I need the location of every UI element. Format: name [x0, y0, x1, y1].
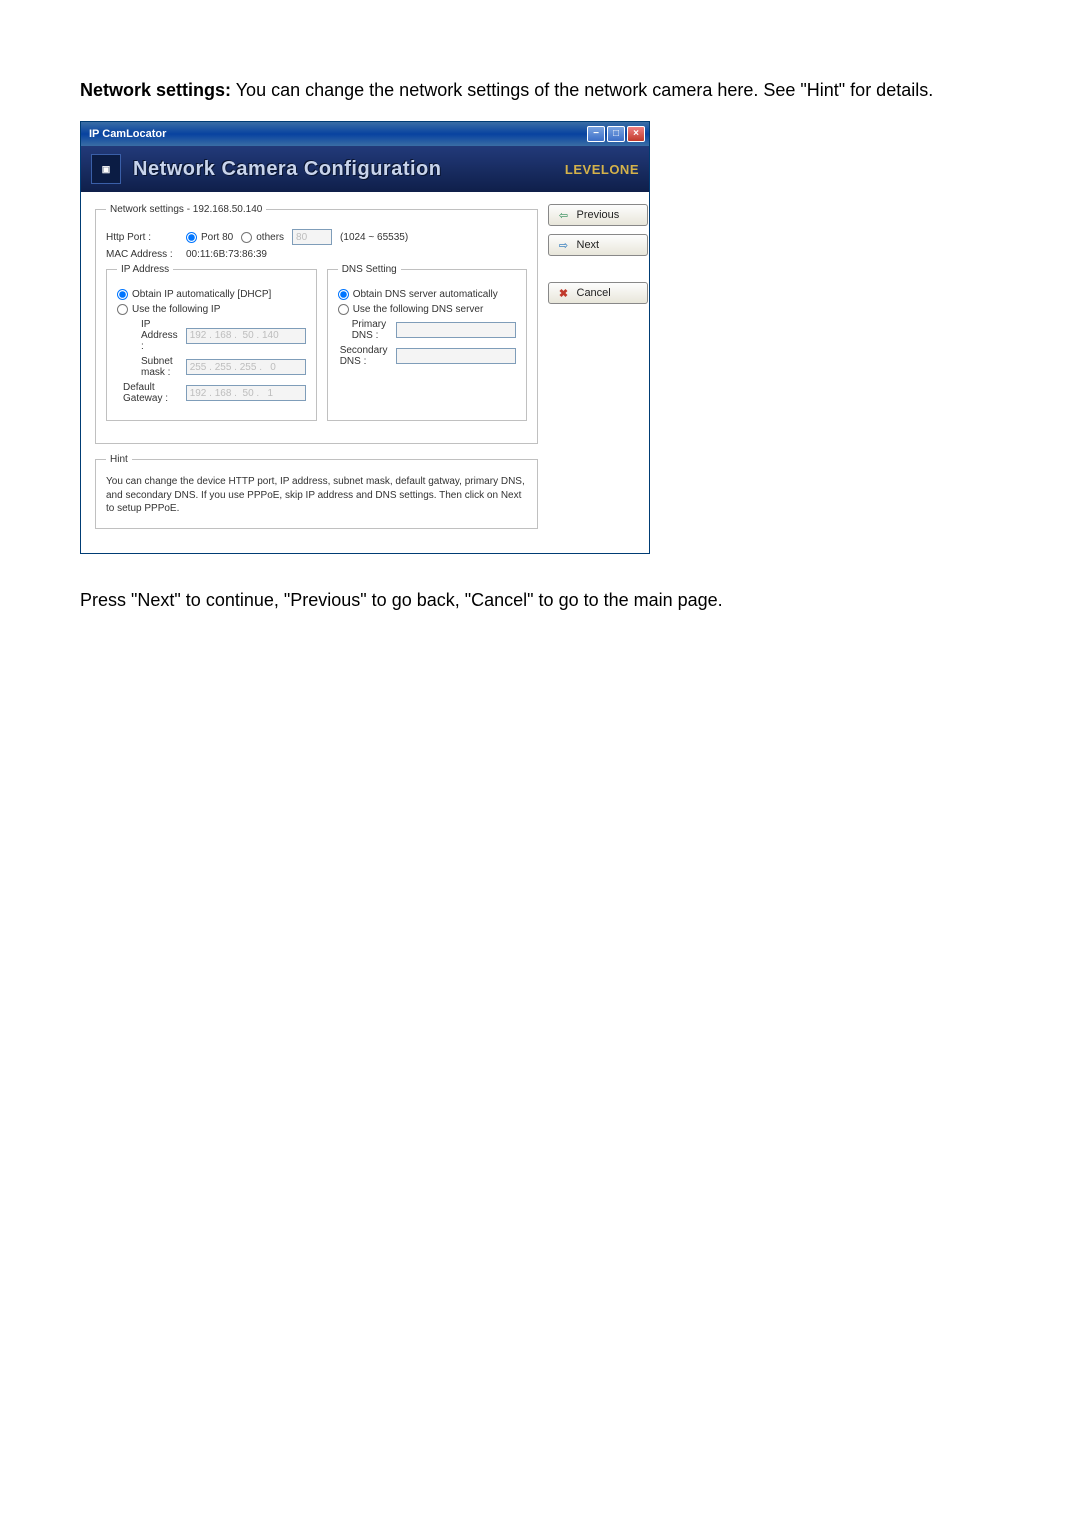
others-radio[interactable] — [241, 232, 252, 243]
right-column: ⇦ Previous ⇨ Next ✖ Cancel — [548, 204, 648, 539]
client-area: Network settings - 192.168.50.140 Http P… — [81, 192, 649, 553]
static-ip-row: Use the following IP — [117, 304, 306, 315]
maximize-button[interactable]: □ — [607, 126, 625, 142]
cancel-button[interactable]: ✖ Cancel — [548, 282, 648, 304]
dns-auto-radio-wrap[interactable]: Obtain DNS server automatically — [338, 289, 498, 300]
subnet-row: Subnet mask : — [117, 356, 306, 378]
port80-label: Port 80 — [201, 232, 233, 243]
intro-bold: Network settings: — [80, 80, 231, 100]
app-window: IP CamLocator − □ × ▣ Network Camera Con… — [80, 121, 650, 554]
static-ip-radio-wrap[interactable]: Use the following IP — [117, 304, 220, 315]
titlebar: IP CamLocator − □ × — [81, 122, 649, 146]
others-port-input[interactable] — [292, 229, 332, 245]
dns-legend: DNS Setting — [338, 264, 401, 275]
hint-fieldset: Hint You can change the device HTTP port… — [95, 454, 538, 529]
dhcp-radio[interactable] — [117, 289, 128, 300]
banner: ▣ Network Camera Configuration LEVELONE — [81, 146, 649, 192]
primary-dns-input[interactable] — [396, 322, 516, 338]
cancel-button-label: Cancel — [577, 287, 611, 299]
dns-auto-radio[interactable] — [338, 289, 349, 300]
previous-button[interactable]: ⇦ Previous — [548, 204, 648, 226]
subnet-input[interactable] — [186, 359, 306, 375]
network-settings-fieldset: Network settings - 192.168.50.140 Http P… — [95, 204, 538, 444]
next-button[interactable]: ⇨ Next — [548, 234, 648, 256]
dns-static-label: Use the following DNS server — [353, 304, 484, 315]
dns-auto-label: Obtain DNS server automatically — [353, 289, 498, 300]
primary-dns-row: Primary DNS : — [338, 319, 516, 341]
http-port-label: Http Port : — [106, 232, 178, 243]
arrow-right-icon: ⇨ — [557, 239, 571, 252]
mac-label: MAC Address : — [106, 249, 178, 260]
outro-paragraph: Press "Next" to continue, "Previous" to … — [80, 590, 1000, 611]
ip-legend: IP Address — [117, 264, 173, 275]
dns-static-radio[interactable] — [338, 304, 349, 315]
dns-static-radio-wrap[interactable]: Use the following DNS server — [338, 304, 484, 315]
secondary-dns-row: Secondary DNS : — [338, 345, 516, 367]
previous-button-label: Previous — [577, 209, 620, 221]
ip-address-input[interactable] — [186, 328, 306, 344]
close-button[interactable]: × — [627, 126, 645, 142]
left-column: Network settings - 192.168.50.140 Http P… — [95, 204, 538, 539]
ip-address-label: IP Address : — [141, 319, 178, 352]
gateway-label: Default Gateway : — [123, 382, 178, 404]
mac-row: MAC Address : 00:11:6B:73:86:39 — [106, 249, 527, 260]
ip-address-row: IP Address : — [117, 319, 306, 352]
secondary-dns-label: Secondary DNS : — [340, 345, 388, 367]
others-radio-wrap[interactable]: others — [241, 232, 284, 243]
arrow-left-icon: ⇦ — [557, 209, 571, 222]
window-title: IP CamLocator — [85, 128, 587, 140]
hint-text: You can change the device HTTP port, IP … — [106, 475, 527, 516]
cancel-icon: ✖ — [557, 287, 571, 300]
dhcp-label: Obtain IP automatically [DHCP] — [132, 289, 271, 300]
subnet-label: Subnet mask : — [141, 356, 178, 378]
static-ip-radio[interactable] — [117, 304, 128, 315]
gateway-row: Default Gateway : — [117, 382, 306, 404]
dns-static-row: Use the following DNS server — [338, 304, 516, 315]
dns-auto-row: Obtain DNS server automatically — [338, 289, 516, 300]
intro-paragraph: Network settings: You can change the net… — [80, 80, 1000, 101]
ip-dns-row: IP Address Obtain IP automatically [DHCP… — [106, 264, 527, 431]
brand-logo-icon: ▣ — [91, 154, 121, 184]
network-settings-legend: Network settings - 192.168.50.140 — [106, 204, 266, 215]
brand-text: LEVELONE — [565, 162, 639, 177]
minimize-button[interactable]: − — [587, 126, 605, 142]
banner-title: Network Camera Configuration — [133, 158, 553, 181]
window-controls: − □ × — [587, 126, 645, 142]
mac-value: 00:11:6B:73:86:39 — [186, 249, 267, 260]
gateway-input[interactable] — [186, 385, 306, 401]
others-label: others — [256, 232, 284, 243]
port80-radio-wrap[interactable]: Port 80 — [186, 232, 233, 243]
secondary-dns-input[interactable] — [396, 348, 516, 364]
ip-address-fieldset: IP Address Obtain IP automatically [DHCP… — [106, 264, 317, 421]
http-port-row: Http Port : Port 80 others (1024 ~ 65535… — [106, 229, 527, 245]
primary-dns-label: Primary DNS : — [352, 319, 388, 341]
dns-setting-fieldset: DNS Setting Obtain DNS server automatica… — [327, 264, 527, 421]
static-ip-label: Use the following IP — [132, 304, 220, 315]
next-button-label: Next — [577, 239, 600, 251]
port-range-hint: (1024 ~ 65535) — [340, 232, 408, 243]
intro-rest: You can change the network settings of t… — [231, 80, 933, 100]
port80-radio[interactable] — [186, 232, 197, 243]
dhcp-radio-wrap[interactable]: Obtain IP automatically [DHCP] — [117, 289, 271, 300]
dhcp-row: Obtain IP automatically [DHCP] — [117, 289, 306, 300]
hint-legend: Hint — [106, 454, 132, 465]
